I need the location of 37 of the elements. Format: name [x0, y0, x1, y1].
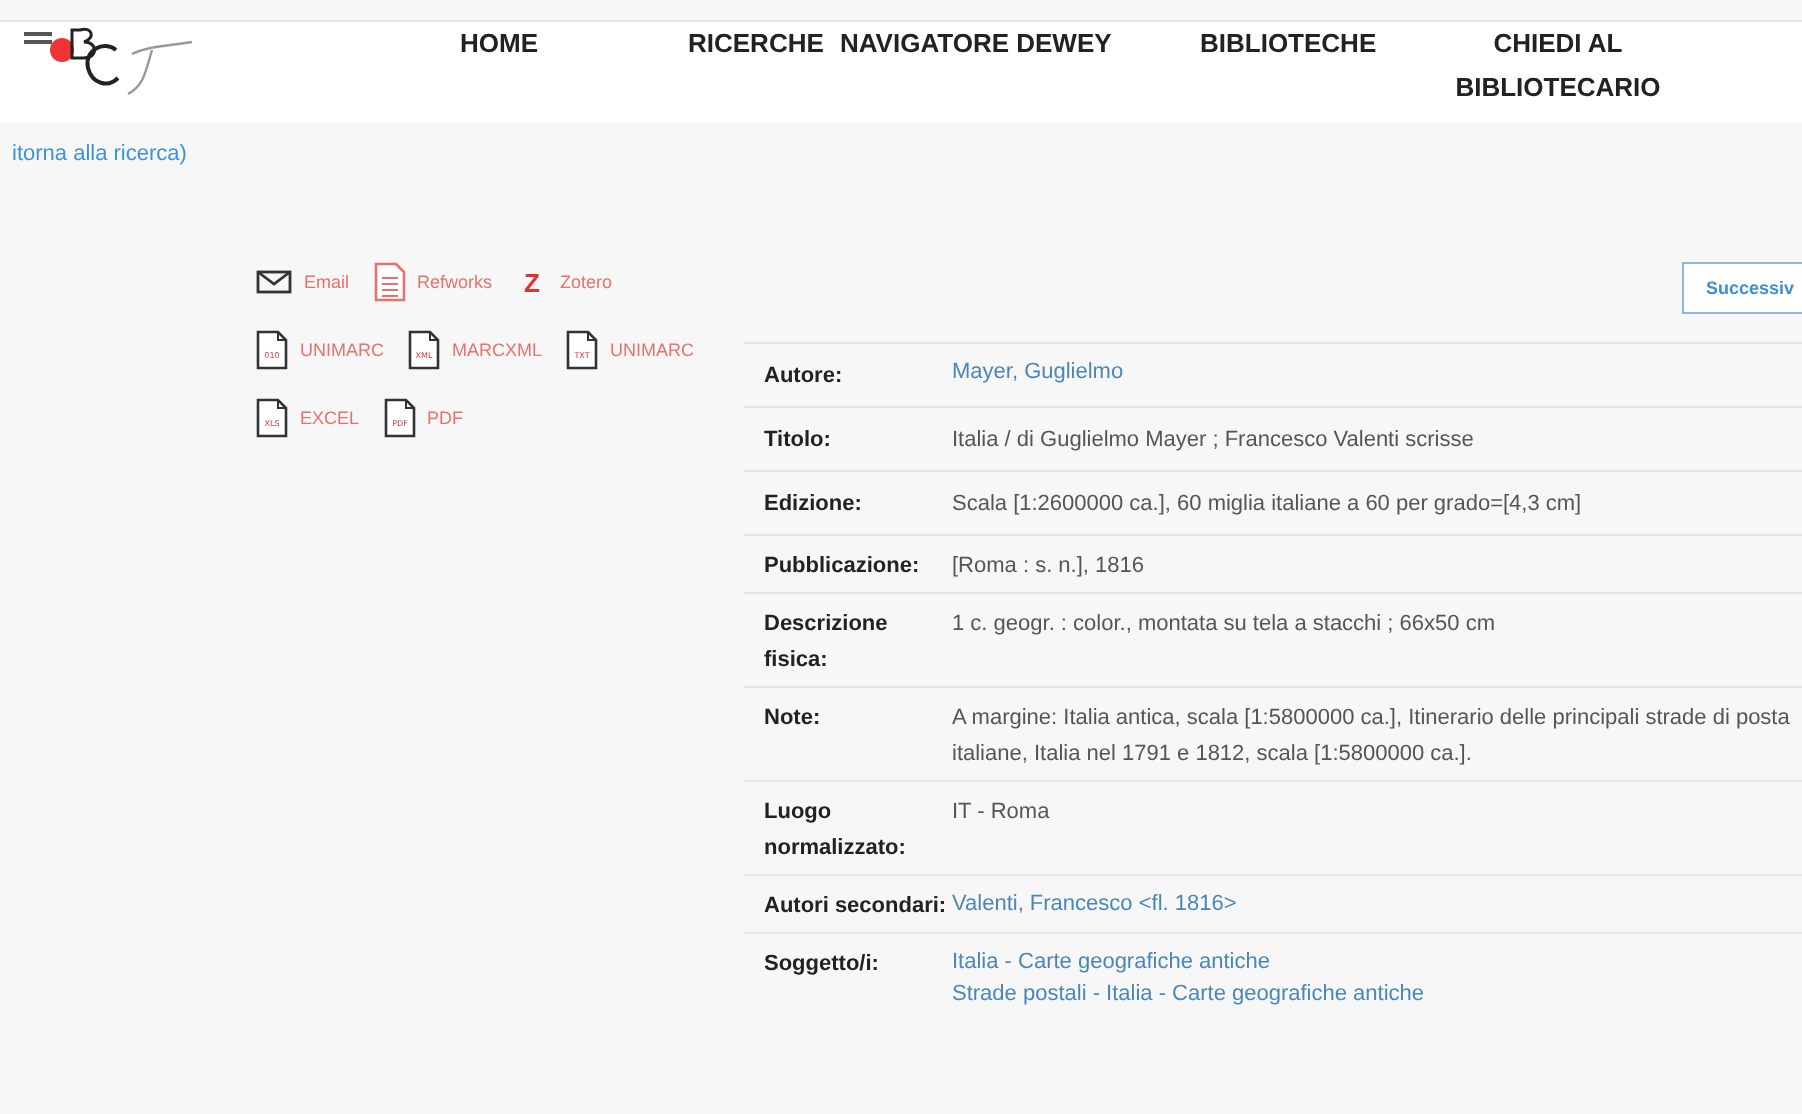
field-link[interactable]: Valenti, Francesco <fl. 1816> [952, 888, 1790, 920]
export-link[interactable]: EXCEL [300, 408, 360, 428]
envelope-icon [256, 270, 292, 294]
export-link[interactable]: MARCXML [452, 340, 543, 360]
export-link[interactable]: Refworks [417, 272, 493, 292]
document-icon [373, 262, 406, 302]
next-button[interactable]: Successiv [1681, 262, 1802, 314]
field-label: Pubblicazione: [762, 552, 922, 582]
nav-link[interactable]: BIBLIOTECHE [1200, 22, 1448, 110]
field-value: [Roma : s. n.], 1816 [952, 552, 1146, 582]
field-link[interactable]: Italia - Carte geografiche antiche [952, 946, 1790, 978]
export-link[interactable]: PDF [427, 408, 464, 428]
field-value: IT - Roma [952, 798, 1052, 828]
field-link[interactable]: Mayer, Guglielmo [952, 356, 1790, 388]
export-link[interactable]: Email [304, 272, 350, 292]
export-link[interactable]: UNIMARC [610, 340, 695, 360]
nav-link[interactable]: NAVIGATORE DEWEY [840, 22, 1200, 110]
field-value: Scala [1:2600000 ca.], 60 miglia italiane a 60 per grado=[4,3 cm] [952, 490, 1584, 520]
field-label: Note: [762, 704, 823, 734]
back-link[interactable]: itorna alla ricerca) [12, 142, 187, 166]
nav-link[interactable]: RICERCHE [688, 22, 840, 110]
field-value: 1 c. geogr. : color., montata su tela a stacchi ; 66x50 cm [952, 610, 1497, 640]
nav-link[interactable]: CHIEDI AL BIBLIOTECARIO [1448, 22, 1668, 110]
field-link[interactable]: Strade postali - Italia - Carte geografiche antiche [952, 978, 1790, 1010]
export-link[interactable]: UNIMARC [300, 340, 384, 360]
field-label: Autori secondari: [762, 892, 949, 922]
field-value: A margine: Italia antica, scala [1:5800000 ca.], Itinerario delle principali strade di posta italiane, Italia nel 1791 e 1812, scala [1:5800000 ca.]. [952, 704, 1790, 770]
field-label: Edizione: [762, 490, 864, 520]
field-value: Italia / di Guglielmo Mayer ; Francesco Valenti scrisse [952, 426, 1476, 456]
export-link[interactable]: Zotero [560, 272, 613, 292]
field-label: Autore: [762, 362, 845, 392]
nav-link[interactable]: HOME [460, 22, 688, 110]
field-label: Titolo: [762, 426, 833, 456]
zotero-icon: Z [516, 267, 549, 297]
field-label: Descrizione fisica: [762, 610, 890, 676]
field-label: Soggetto/i: [762, 950, 881, 980]
field-label: Luogo normalizzato: [762, 798, 908, 864]
